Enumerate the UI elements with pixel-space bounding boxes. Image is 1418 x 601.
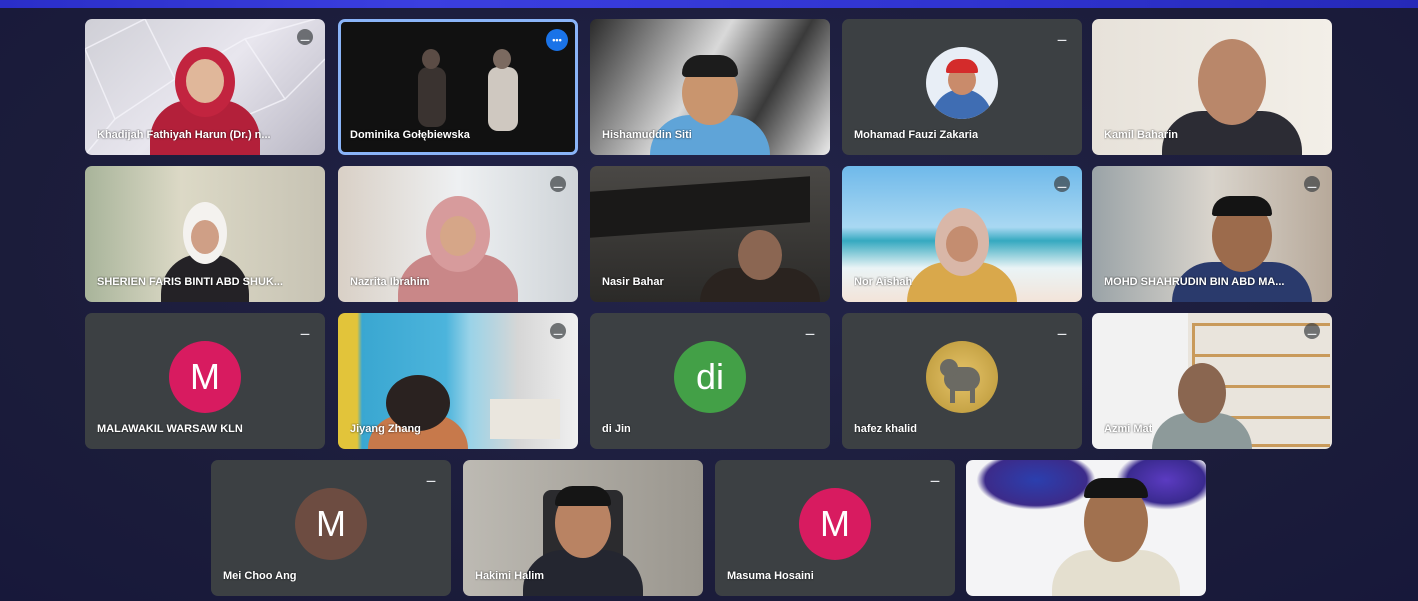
participant-name: Nor Aishah: [854, 276, 913, 288]
mic-off-icon: ⚊: [804, 324, 816, 338]
participant-name: hafez khalid: [854, 423, 917, 435]
participant-name: Dominika Gołębiewska: [350, 129, 470, 141]
participant-tile[interactable]: ⚊ Nazrita Ibrahim: [338, 166, 578, 302]
participant-tile[interactable]: SHERIEN FARIS BINTI ABD SHUK...: [85, 166, 325, 302]
participant-name: SHERIEN FARIS BINTI ABD SHUK...: [97, 276, 283, 288]
participant-name: Kamil Baharin: [1104, 129, 1178, 141]
participant-tile[interactable]: ⚊ Jiyang Zhang: [338, 313, 578, 449]
participant-tile[interactable]: Hakimi Halim: [463, 460, 703, 596]
mic-off-icon: ⚊: [297, 29, 313, 45]
participant-tile[interactable]: Nasir Bahar: [590, 166, 830, 302]
mic-off-icon: ⚊: [929, 471, 941, 485]
mic-off-icon: ⚊: [550, 323, 566, 339]
participant-tile[interactable]: di ⚊ di Jin: [590, 313, 830, 449]
mic-off-icon: ⚊: [425, 471, 437, 485]
participant-tile[interactable]: ⚊ Khadijah Fathiyah Harun (Dr.) n...: [85, 19, 325, 155]
profile-photo: [926, 341, 998, 413]
mic-off-icon: ⚊: [299, 324, 311, 338]
participant-name: Azmi Mat: [1104, 423, 1153, 435]
initial-avatar: M: [169, 341, 241, 413]
ceiling-shadow: [590, 176, 810, 238]
participant-name: Mei Choo Ang: [223, 570, 297, 582]
participant-tile[interactable]: M ⚊ MALAWAKIL WARSAW KLN: [85, 313, 325, 449]
initial-avatar: M: [799, 488, 871, 560]
participant-tile[interactable]: ⚊ Azmi Mat: [1092, 313, 1332, 449]
participant-name: Hishamuddin Siti: [602, 129, 692, 141]
initial-avatar: M: [295, 488, 367, 560]
participant-name: di Jin: [602, 423, 631, 435]
mic-off-icon: ⚊: [1054, 176, 1070, 192]
mic-off-icon: ⚊: [1056, 324, 1068, 338]
participant-tile[interactable]: ⚊ Nor Aishah: [842, 166, 1082, 302]
participant-tile[interactable]: M ⚊ Mei Choo Ang: [211, 460, 451, 596]
participant-name: Masuma Hosaini: [727, 570, 814, 582]
participant-name: Hakimi Halim: [475, 570, 545, 582]
desk-objects: [490, 399, 560, 439]
mic-off-icon: ⚊: [1304, 323, 1320, 339]
participant-name: MALAWAKIL WARSAW KLN: [97, 423, 243, 435]
audio-level-icon: •••: [546, 29, 568, 51]
participant-tile[interactable]: Kamil Baharin: [1092, 19, 1332, 155]
participant-name: Jiyang Zhang: [350, 423, 421, 435]
participant-name: Nazrita Ibrahim: [350, 276, 430, 288]
participant-tile[interactable]: ⚊ hafez khalid: [842, 313, 1082, 449]
mic-off-icon: ⚊: [1304, 176, 1320, 192]
participant-tile[interactable]: M ⚊ Masuma Hosaini: [715, 460, 955, 596]
participant-tile[interactable]: ⚊ MOHD SHAHRUDIN BIN ABD MA...: [1092, 166, 1332, 302]
mic-off-icon: ⚊: [550, 176, 566, 192]
participant-name: MOHD SHAHRUDIN BIN ABD MA...: [1104, 276, 1285, 288]
initial-avatar: di: [674, 341, 746, 413]
profile-photo: [926, 47, 998, 119]
mic-off-icon: ⚊: [1056, 30, 1068, 44]
participant-tile[interactable]: Hishamuddin Siti: [590, 19, 830, 155]
top-banner: [0, 0, 1418, 8]
participant-name: Nasir Bahar: [602, 276, 664, 288]
participant-name: Mohamad Fauzi Zakaria: [854, 129, 979, 141]
participant-name: Khadijah Fathiyah Harun (Dr.) n...: [97, 129, 271, 141]
participant-tile[interactable]: ⚊ Mohamad Fauzi Zakaria: [842, 19, 1082, 155]
virtual-background-art: [976, 460, 1096, 510]
participant-tile[interactable]: ••• Dominika Gołębiewska: [338, 19, 578, 155]
participant-tile[interactable]: [966, 460, 1206, 596]
